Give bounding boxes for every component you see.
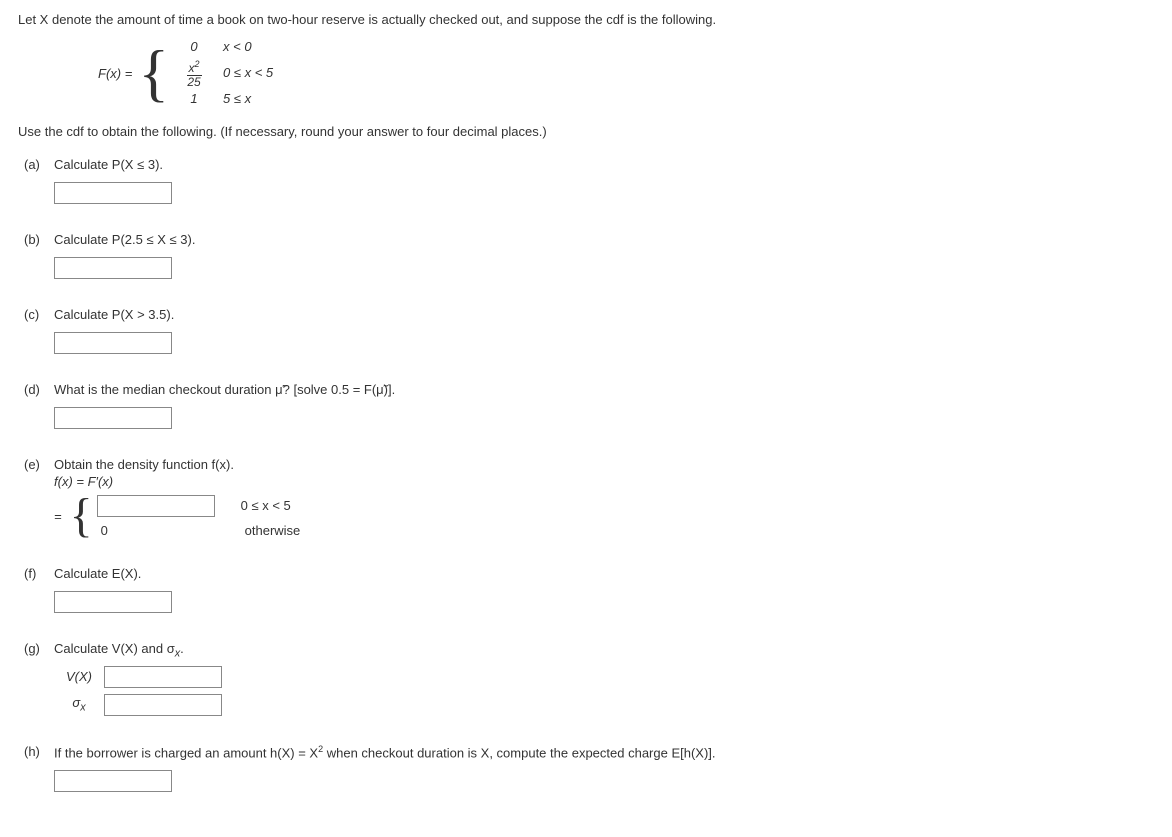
cdf-case3-val: 1	[175, 89, 213, 110]
part-a: (a) Calculate P(X ≤ 3).	[24, 157, 1154, 204]
answer-g-sx-input[interactable]	[104, 694, 222, 716]
part-d-text: What is the median checkout duration μ̃?…	[54, 382, 1154, 397]
answer-h-input[interactable]	[54, 770, 172, 792]
part-a-text: Calculate P(X ≤ 3).	[54, 157, 1154, 172]
cdf-definition: F(x) = { 0 x < 0 x2 25 0 ≤ x < 5 1 5 ≤ x	[98, 37, 1154, 110]
answer-a-input[interactable]	[54, 182, 172, 204]
part-b: (b) Calculate P(2.5 ≤ X ≤ 3).	[24, 232, 1154, 279]
part-c-text: Calculate P(X > 3.5).	[54, 307, 1154, 322]
part-g-tag: (g)	[24, 641, 54, 660]
problem-intro: Let X denote the amount of time a book o…	[18, 12, 1154, 27]
part-h-tag: (h)	[24, 744, 54, 760]
cdf-case2-cond: 0 ≤ x < 5	[213, 63, 273, 84]
part-a-tag: (a)	[24, 157, 54, 172]
part-g: (g) Calculate V(X) and σx. V(X) σx	[24, 641, 1154, 716]
density-eq: =	[54, 509, 66, 524]
part-c-tag: (c)	[24, 307, 54, 322]
instruction-text: Use the cdf to obtain the following. (If…	[18, 124, 1154, 139]
density-cond2: otherwise	[231, 523, 301, 538]
answer-d-input[interactable]	[54, 407, 172, 429]
part-e-subline: f(x) = F′(x)	[54, 474, 1154, 489]
part-f-tag: (f)	[24, 566, 54, 581]
part-b-tag: (b)	[24, 232, 54, 247]
part-g-text: Calculate V(X) and σx.	[54, 641, 1154, 660]
part-f: (f) Calculate E(X).	[24, 566, 1154, 613]
part-c: (c) Calculate P(X > 3.5).	[24, 307, 1154, 354]
density-cond1: 0 ≤ x < 5	[227, 498, 291, 513]
cdf-case2-val: x2 25	[175, 58, 213, 89]
part-b-text: Calculate P(2.5 ≤ X ≤ 3).	[54, 232, 1154, 247]
answer-b-input[interactable]	[54, 257, 172, 279]
part-e-text: Obtain the density function f(x).	[54, 457, 1154, 472]
part-d: (d) What is the median checkout duration…	[24, 382, 1154, 429]
left-brace: {	[138, 45, 169, 101]
part-f-text: Calculate E(X).	[54, 566, 1154, 581]
cdf-case3-cond: 5 ≤ x	[213, 89, 251, 110]
part-d-tag: (d)	[24, 382, 54, 397]
answer-f-input[interactable]	[54, 591, 172, 613]
answer-c-input[interactable]	[54, 332, 172, 354]
part-e-tag: (e)	[24, 457, 54, 472]
sigmax-label: σx	[54, 695, 104, 714]
cdf-case1-cond: x < 0	[213, 37, 252, 58]
answer-g-vx-input[interactable]	[104, 666, 222, 688]
density-brace: {	[70, 495, 93, 537]
cdf-case1-val: 0	[175, 37, 213, 58]
answer-e-input[interactable]	[97, 495, 215, 517]
part-h: (h) If the borrower is charged an amount…	[24, 744, 1154, 792]
vx-label: V(X)	[54, 669, 104, 684]
density-val2: 0	[97, 523, 231, 538]
part-e: (e) Obtain the density function f(x). f(…	[24, 457, 1154, 538]
cdf-func-label: F(x) =	[98, 66, 132, 81]
part-h-text: If the borrower is charged an amount h(X…	[54, 744, 1154, 760]
